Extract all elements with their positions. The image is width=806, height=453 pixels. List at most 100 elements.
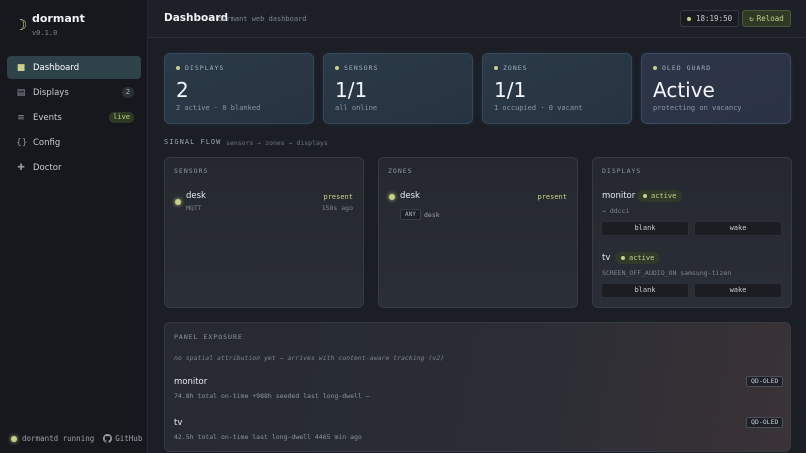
status-dot-icon	[175, 199, 181, 205]
stat-sub: all online	[335, 104, 378, 112]
sidebar-item-label: Dashboard	[33, 62, 80, 73]
sidebar-item-label: Displays	[33, 87, 69, 98]
sidebar-item-displays[interactable]: ▤ Displays 2	[7, 81, 141, 104]
top-bar: Dashboard dormant web dashboard 18:19:50…	[148, 0, 806, 38]
panel-exposure: PANEL EXPOSURE no spatial attribution ye…	[164, 322, 791, 452]
clock-time: 18:19:50	[696, 14, 733, 23]
stat-label: ZONES	[494, 64, 528, 72]
sensor-name: desk	[186, 191, 206, 201]
lines-icon: ≡	[17, 112, 25, 123]
status-badge-text: active	[629, 254, 655, 262]
reload-icon: ↻	[749, 14, 754, 23]
sidebar: ☽ dormant v0.1.0 ■ Dashboard ▤ Displays …	[0, 0, 148, 453]
display-backend: → ddcci	[602, 207, 630, 215]
sidebar-item-label: Config	[33, 137, 61, 148]
clock-dot-icon	[687, 16, 691, 21]
panel-title: DISPLAYS	[602, 167, 642, 175]
daemon-status-text: dormantd running	[22, 434, 95, 443]
panel-title: ZONES	[388, 167, 413, 175]
stat-value: Active	[653, 78, 715, 102]
brand-name: dormant	[32, 12, 85, 25]
dot-icon	[643, 194, 647, 198]
stat-label-text: OLED GUARD	[662, 64, 712, 72]
zones-panel: ZONES desk present ANY desk	[378, 157, 578, 308]
dot-icon	[494, 66, 498, 70]
sidebar-item-label: Events	[33, 112, 62, 123]
sensor-status: present	[323, 193, 353, 201]
stat-card-zones: ZONES 1/1 1 occupied · 0 vacant	[482, 53, 632, 124]
status-badge: active	[615, 252, 661, 264]
github-icon[interactable]	[103, 434, 113, 443]
displays-panel: DISPLAYS monitor active → ddcci blank wa…	[592, 157, 792, 308]
panel-title: PANEL EXPOSURE	[174, 333, 243, 341]
sidebar-item-events[interactable]: ≡ Events live	[7, 106, 141, 129]
stat-value: 2	[176, 78, 189, 102]
stat-label-text: DISPLAYS	[185, 64, 225, 72]
status-dot-icon	[11, 435, 17, 442]
panel-type-tag: QD-OLED	[746, 417, 784, 428]
stat-card-displays: DISPLAYS 2 2 active · 0 blanked	[164, 53, 314, 124]
braces-icon: {}	[16, 137, 28, 148]
stat-value: 1/1	[494, 78, 527, 102]
daemon-status: dormantd running GitHub	[11, 434, 142, 443]
zone-status: present	[537, 193, 567, 201]
dot-icon	[621, 256, 625, 260]
exposure-note: no spatial attribution yet — arrives wit…	[174, 354, 445, 362]
stat-value: 1/1	[335, 78, 368, 102]
clock: 18:19:50	[680, 10, 740, 27]
crescent-moon-icon: ☽	[14, 16, 28, 34]
dot-icon	[176, 66, 180, 70]
stat-card-oled-guard: OLED GUARD Active protecting on vacancy	[641, 53, 791, 124]
main-content: Dashboard dormant web dashboard 18:19:50…	[148, 0, 806, 453]
sidebar-item-dashboard[interactable]: ■ Dashboard	[7, 56, 141, 79]
sensors-panel: SENSORS desk MQTT present 158s ago	[164, 157, 364, 308]
zone-name: desk	[400, 191, 420, 201]
sensor-age: 158s ago	[321, 204, 353, 212]
panel-title: SENSORS	[174, 167, 209, 175]
stat-card-sensors: SENSORS 1/1 all online	[323, 53, 473, 124]
stat-label: SENSORS	[335, 64, 378, 72]
square-icon: ■	[16, 62, 26, 73]
zone-members: desk	[424, 211, 440, 219]
display-name: tv	[602, 253, 611, 263]
sidebar-item-doctor[interactable]: ✚ Doctor	[7, 156, 141, 179]
status-badge: active	[637, 190, 683, 202]
reload-label: Reload	[756, 14, 784, 23]
panel-type-tag: QD-OLED	[746, 376, 784, 387]
stat-label-text: SENSORS	[344, 64, 379, 72]
count-badge: 2	[121, 87, 134, 98]
dot-icon	[653, 66, 657, 70]
sidebar-item-config[interactable]: {} Config	[7, 131, 141, 154]
status-badge-text: active	[651, 192, 677, 200]
reload-button[interactable]: ↻ Reload	[742, 10, 791, 27]
status-dot-icon	[389, 194, 395, 200]
sensor-source: MQTT	[186, 204, 202, 212]
github-link[interactable]: GitHub	[115, 434, 142, 443]
stat-sub: protecting on vacancy	[653, 104, 742, 112]
wake-button[interactable]: wake	[694, 221, 782, 236]
dot-icon	[335, 66, 339, 70]
display-backend: SCREEN_OFF_AUDIO_ON samsung-tizen	[602, 269, 732, 277]
sidebar-nav: ■ Dashboard ▤ Displays 2 ≡ Events live {…	[7, 56, 141, 181]
blank-button[interactable]: blank	[601, 283, 689, 298]
exposure-display-name: tv	[174, 418, 183, 428]
stat-sub: 2 active · 0 blanked	[176, 104, 261, 112]
zone-rule-tag: ANY	[400, 209, 421, 220]
section-title: SIGNAL FLOW	[164, 138, 222, 146]
brand-version: v0.1.0	[32, 29, 58, 37]
sidebar-item-label: Doctor	[33, 162, 62, 173]
section-subtitle: sensors → zones → displays	[226, 139, 328, 147]
list-icon: ▤	[16, 87, 26, 98]
exposure-stats: 74.8h total on-time +988h seeded last lo…	[174, 392, 370, 400]
exposure-stats: 42.5h total on-time last long-dwell 4465…	[174, 433, 362, 441]
stat-label-text: ZONES	[503, 64, 528, 72]
exposure-display-name: monitor	[174, 377, 208, 387]
display-name: monitor	[602, 191, 636, 201]
live-badge: live	[109, 112, 134, 123]
stat-label: OLED GUARD	[653, 64, 711, 72]
page-subtitle: dormant web dashboard	[218, 15, 307, 23]
blank-button[interactable]: blank	[601, 221, 689, 236]
plus-icon: ✚	[17, 162, 25, 173]
wake-button[interactable]: wake	[694, 283, 782, 298]
stat-sub: 1 occupied · 0 vacant	[494, 104, 583, 112]
